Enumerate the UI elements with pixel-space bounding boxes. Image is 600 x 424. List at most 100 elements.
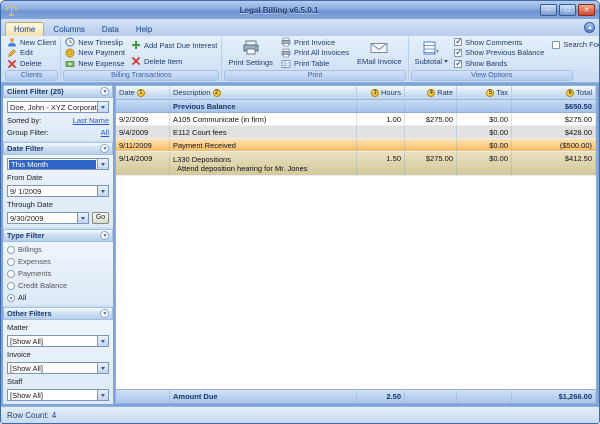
column-number-badge: 5 — [486, 89, 494, 97]
print-table-button[interactable]: Print Table — [279, 59, 351, 69]
dropdown-button[interactable] — [97, 159, 108, 169]
pencil-icon — [7, 48, 17, 58]
new-client-button[interactable]: New Client — [5, 37, 58, 47]
table-empty-area — [116, 176, 596, 389]
matter-label: Matter — [7, 323, 109, 332]
date-preset-select[interactable]: This Month — [7, 158, 109, 170]
collapse-button[interactable] — [100, 309, 109, 318]
column-number-badge: 3 — [371, 89, 379, 97]
type-filter-header[interactable]: Type Filter — [3, 229, 113, 242]
column-header-description[interactable]: Description 2 — [170, 86, 357, 99]
date-filter-header[interactable]: Date Filter — [3, 142, 113, 155]
radio-payments[interactable]: Payments — [7, 269, 109, 278]
print-all-invoices-button[interactable]: Print All Invoices — [279, 48, 351, 58]
scales-of-justice-icon — [5, 4, 18, 17]
edit-button[interactable]: Edit — [5, 48, 58, 58]
column-number-badge: 2 — [213, 89, 221, 97]
checkbox-checked-icon — [454, 49, 462, 57]
envelope-icon — [370, 41, 388, 55]
show-bands-checkbox[interactable]: Show Bands — [454, 59, 544, 68]
collapse-button[interactable] — [100, 144, 109, 153]
ribbon-group-label-clients[interactable]: Clients — [5, 70, 58, 81]
chevron-up-icon — [588, 26, 592, 29]
table-header: Date 1 Description 2 3 Hours 4 Rate 5 — [116, 86, 596, 100]
tab-columns[interactable]: Columns — [45, 23, 93, 36]
radio-icon — [7, 258, 15, 266]
other-filters-header[interactable]: Other Filters — [3, 307, 113, 320]
date-filter-panel: Date Filter This Month From Date 9/ 1/20… — [3, 142, 113, 227]
matter-select[interactable]: [Show All] — [7, 335, 109, 347]
subtotal-button[interactable]: Subtotal — [411, 37, 453, 69]
column-header-hours[interactable]: 3 Hours — [357, 86, 405, 99]
add-past-due-interest-button[interactable]: Add Past Due Interest — [129, 40, 219, 50]
close-button[interactable] — [578, 4, 595, 16]
from-date-input[interactable]: 9/ 1/2009 — [7, 185, 109, 197]
band-label: Previous Balance — [170, 100, 357, 112]
column-header-date[interactable]: Date 1 — [116, 86, 170, 99]
amount-due-footer: Amount Due 2.50 $1,266.00 — [116, 389, 596, 403]
radio-selected-icon — [7, 294, 15, 302]
through-date-input[interactable]: 9/30/2009 — [7, 212, 89, 224]
dropdown-button[interactable] — [97, 102, 108, 112]
calendar-dropdown-button[interactable] — [77, 213, 88, 223]
radio-credit-balance[interactable]: Credit Balance — [7, 281, 109, 290]
ribbon-group-clients: New Client Edit Delete — [3, 37, 60, 81]
column-header-rate[interactable]: 4 Rate — [405, 86, 457, 99]
column-header-total[interactable]: 6 Total — [512, 86, 596, 99]
ribbon: New Client Edit Delete — [1, 36, 599, 83]
chevron-down-icon — [101, 340, 105, 343]
delete-item-button[interactable]: Delete Item — [129, 56, 219, 66]
ribbon-group-print: Print Settings Print Invoice Print All I… — [221, 37, 407, 81]
print-settings-button[interactable]: Print Settings — [224, 37, 277, 69]
new-payment-button[interactable]: New Payment — [63, 48, 127, 58]
column-header-tax[interactable]: 5 Tax — [457, 86, 512, 99]
table-row[interactable]: 9/4/2009 E112 Court fees $0.00 $428.00 — [116, 126, 596, 139]
dropdown-button[interactable] — [97, 336, 108, 346]
staff-select[interactable]: [Show All] — [7, 389, 109, 401]
radio-all[interactable]: All — [7, 293, 109, 302]
minimize-button[interactable] — [540, 4, 557, 16]
sorted-by-label: Sorted by: — [7, 116, 41, 125]
chevron-down-icon — [101, 106, 105, 109]
search-footer-checkbox[interactable]: Search Footer — [552, 40, 600, 49]
radio-billings[interactable]: Billings — [7, 245, 109, 254]
collapse-button[interactable] — [100, 87, 109, 96]
ribbon-toggle-button[interactable] — [584, 22, 595, 33]
new-expense-button[interactable]: New Expense — [63, 59, 127, 69]
calendar-dropdown-button[interactable] — [97, 186, 108, 196]
ribbon-group-label-billing[interactable]: Billing Transactions — [63, 70, 219, 81]
maximize-button[interactable] — [559, 4, 576, 16]
go-button[interactable]: Go — [92, 212, 109, 224]
tab-help[interactable]: Help — [128, 23, 160, 36]
table-row-selected[interactable]: 9/14/2009 L330 Depositions Attend deposi… — [116, 152, 596, 176]
tab-data[interactable]: Data — [94, 23, 127, 36]
dropdown-button[interactable] — [97, 363, 108, 373]
group-filter-link[interactable]: All — [101, 128, 109, 137]
subtotal-icon — [423, 41, 439, 55]
collapse-button[interactable] — [100, 231, 109, 240]
table-row-payment[interactable]: 9/11/2009 Payment Received $0.00 ($500.0… — [116, 139, 596, 152]
show-comments-checkbox[interactable]: Show Comments — [454, 38, 544, 47]
invoice-select[interactable]: [Show All] — [7, 362, 109, 374]
tab-home[interactable]: Home — [5, 22, 44, 36]
printer-icon — [281, 37, 291, 47]
footer-hours: 2.50 — [357, 390, 405, 403]
radio-expenses[interactable]: Expenses — [7, 257, 109, 266]
from-date-label: From Date — [7, 173, 109, 182]
sorted-by-link[interactable]: Last Name — [73, 116, 109, 125]
dropdown-button[interactable] — [97, 390, 108, 400]
client-select[interactable]: Doe, John - XYZ Corporation — [7, 101, 109, 113]
ribbon-group-label-print[interactable]: Print — [224, 70, 405, 81]
table-row[interactable]: 9/2/2009 A105 Communicate (in firm) 1.00… — [116, 113, 596, 126]
print-invoice-button[interactable]: Print Invoice — [279, 37, 351, 47]
column-number-badge: 1 — [137, 89, 145, 97]
delete-button[interactable]: Delete — [5, 59, 58, 69]
show-previous-balance-checkbox[interactable]: Show Previous Balance — [454, 48, 544, 57]
email-invoice-button[interactable]: EMail Invoice — [353, 37, 406, 69]
checkbox-checked-icon — [454, 60, 462, 68]
radio-icon — [7, 246, 15, 254]
app-window: Legal Billing v6.5.0.1 Home Columns Data… — [0, 0, 600, 424]
new-timeslip-button[interactable]: New Timeslip — [63, 37, 127, 47]
client-filter-header[interactable]: Client Filter (25) — [3, 85, 113, 98]
ribbon-group-label-view-options[interactable]: View Options — [411, 70, 573, 81]
